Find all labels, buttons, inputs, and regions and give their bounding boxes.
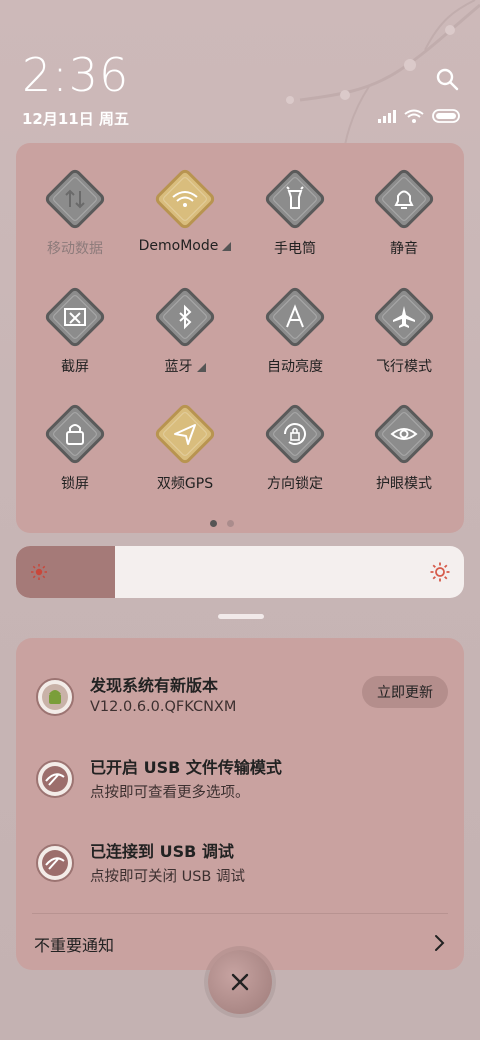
tile-screenshot[interactable]: 截屏 bbox=[20, 286, 130, 376]
notification-title: 发现系统有新版本 bbox=[90, 676, 219, 695]
tile-mobile-data[interactable]: 移动数据 bbox=[20, 168, 130, 258]
tile-label: 蓝牙 bbox=[130, 356, 240, 376]
notification-subtitle: 点按即可关闭 USB 调试 bbox=[90, 869, 245, 885]
bluetooth-icon bbox=[154, 286, 216, 348]
tile-rotation-lock[interactable]: 方向锁定 bbox=[240, 403, 350, 493]
notification-usb-transfer[interactable]: 已开启 USB 文件传输模式 点按即可查看更多选项。 bbox=[16, 750, 464, 820]
notification-title: 已开启 USB 文件传输模式 bbox=[90, 758, 282, 777]
rotation-lock-icon bbox=[264, 403, 326, 465]
page-dot-1[interactable] bbox=[210, 520, 217, 527]
page-dot-2[interactable] bbox=[227, 520, 234, 527]
expand-triangle-icon bbox=[222, 241, 232, 251]
drag-handle[interactable] bbox=[218, 614, 264, 619]
tile-plate bbox=[154, 403, 216, 465]
tile-plate bbox=[373, 403, 435, 465]
usb-icon bbox=[36, 760, 74, 798]
tile-airplane[interactable]: 飞行模式 bbox=[349, 286, 459, 376]
flashlight-icon bbox=[264, 168, 326, 230]
tile-bluetooth[interactable]: 蓝牙 bbox=[130, 286, 240, 376]
tile-label: 自动亮度 bbox=[267, 359, 323, 375]
update-now-button[interactable]: 立即更新 bbox=[362, 676, 448, 708]
gps-icon bbox=[154, 403, 216, 465]
notification-card: 发现系统有新版本 V12.0.6.0.QFKCNXM 立即更新 已开启 USB … bbox=[16, 638, 464, 970]
screenshot-icon bbox=[44, 286, 106, 348]
wifi-icon bbox=[154, 168, 216, 230]
lock-icon bbox=[44, 403, 106, 465]
mobile-data-icon bbox=[44, 168, 106, 230]
wifi-icon bbox=[404, 109, 424, 123]
tile-label: 方向锁定 bbox=[267, 476, 323, 492]
unimportant-notifications-link[interactable]: 不重要通知 bbox=[34, 932, 114, 956]
tile-plate bbox=[154, 286, 216, 348]
tile-label: 移动数据 bbox=[47, 241, 103, 257]
tile-lock[interactable]: 锁屏 bbox=[20, 403, 130, 493]
tile-label: 锁屏 bbox=[61, 476, 89, 492]
notification-usb-debug[interactable]: 已连接到 USB 调试 点按即可关闭 USB 调试 bbox=[16, 834, 464, 904]
tile-plate bbox=[44, 403, 106, 465]
tile-label: DemoMode bbox=[130, 238, 240, 254]
tile-wifi[interactable]: DemoMode bbox=[130, 168, 240, 254]
brightness-low-icon bbox=[31, 564, 47, 580]
signal-icon bbox=[378, 109, 396, 123]
tile-label: 飞行模式 bbox=[376, 359, 432, 375]
auto-brightness-icon bbox=[264, 286, 326, 348]
brightness-high-icon bbox=[430, 562, 450, 582]
tile-bell[interactable]: 静音 bbox=[349, 168, 459, 258]
search-icon bbox=[436, 68, 459, 91]
tile-flashlight[interactable]: 手电筒 bbox=[240, 168, 350, 258]
eye-icon bbox=[373, 403, 435, 465]
chevron-right-icon[interactable] bbox=[434, 934, 446, 952]
close-icon bbox=[231, 973, 249, 991]
date[interactable]: 12月11日 周五 bbox=[22, 108, 129, 129]
tile-plate bbox=[264, 168, 326, 230]
tile-plate bbox=[373, 286, 435, 348]
notification-system-update[interactable]: 发现系统有新版本 V12.0.6.0.QFKCNXM 立即更新 bbox=[16, 668, 464, 738]
battery-icon bbox=[432, 109, 460, 123]
clear-notifications-button[interactable] bbox=[208, 950, 272, 1014]
bell-icon bbox=[373, 168, 435, 230]
tile-label: 静音 bbox=[390, 241, 418, 257]
tile-auto-brightness[interactable]: 自动亮度 bbox=[240, 286, 350, 376]
tile-plate bbox=[44, 168, 106, 230]
tile-label: 双频GPS bbox=[156, 476, 214, 492]
usb-icon bbox=[36, 844, 74, 882]
tile-plate bbox=[264, 286, 326, 348]
tile-eye[interactable]: 护眼模式 bbox=[349, 403, 459, 493]
tile-plate bbox=[373, 168, 435, 230]
notification-title: 已连接到 USB 调试 bbox=[90, 842, 234, 861]
notification-subtitle: V12.0.6.0.QFKCNXM bbox=[90, 699, 237, 715]
tile-plate bbox=[44, 286, 106, 348]
tile-gps[interactable]: 双频GPS bbox=[130, 403, 240, 493]
status-icons bbox=[378, 109, 462, 123]
divider bbox=[32, 913, 448, 914]
airplane-icon bbox=[373, 286, 435, 348]
brightness-slider[interactable] bbox=[16, 546, 464, 598]
search-button[interactable] bbox=[434, 66, 460, 92]
tile-label: 手电筒 bbox=[274, 241, 316, 257]
tile-label: 护眼模式 bbox=[376, 476, 432, 492]
tile-plate bbox=[154, 168, 216, 230]
tile-plate bbox=[264, 403, 326, 465]
expand-triangle-icon bbox=[196, 362, 206, 372]
clock[interactable]: 2:36 bbox=[22, 48, 129, 102]
notification-subtitle: 点按即可查看更多选项。 bbox=[90, 785, 250, 801]
android-update-icon bbox=[36, 678, 74, 716]
tile-label: 截屏 bbox=[61, 359, 89, 375]
page-indicator bbox=[210, 520, 234, 527]
